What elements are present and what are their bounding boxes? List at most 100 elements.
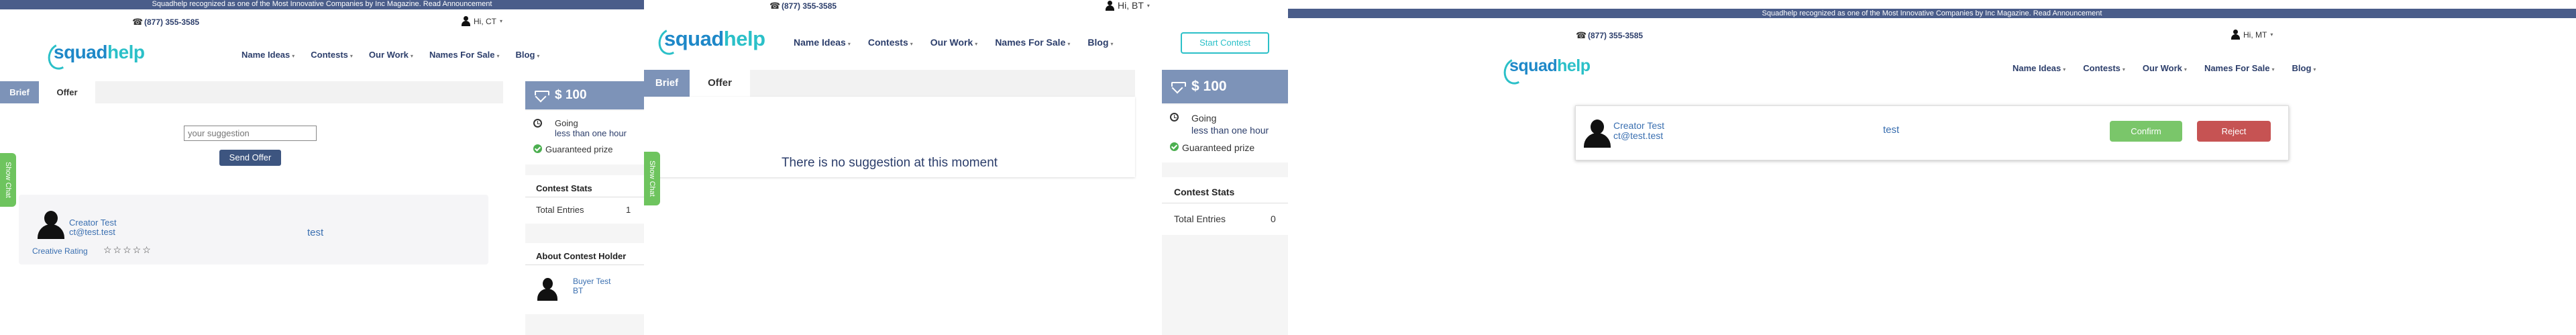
chevron-down-icon: ▾ xyxy=(975,41,978,47)
total-entries-label: Total Entries xyxy=(1174,213,1226,224)
user-menu[interactable]: Hi, BT ▾ xyxy=(1106,0,1150,11)
phone-number[interactable]: (877) 355-3585 xyxy=(1576,30,1644,41)
contest-tabs: Brief Offer xyxy=(644,70,1135,97)
nav-label: Name Ideas xyxy=(241,50,290,60)
nav-item-name-ideas[interactable]: Name Ideas ▾ xyxy=(794,37,851,48)
nav-item-names-for-sale[interactable]: Names For Sale ▾ xyxy=(429,50,500,60)
announcement-bar[interactable]: Squadhelp recognized as one of the Most … xyxy=(1288,9,2576,18)
nav-item-blog[interactable]: Blog ▾ xyxy=(516,50,540,60)
holder-name[interactable]: Buyer Test xyxy=(573,277,610,286)
stats-title: Contest Stats xyxy=(1174,187,1235,197)
contest-status-card: Going less than one hour Guaranteed priz… xyxy=(1162,105,1288,162)
nav-item-our-work[interactable]: Our Work ▾ xyxy=(930,37,978,48)
chevron-down-icon: ▾ xyxy=(2122,66,2125,73)
status-text: Going xyxy=(1191,113,1217,124)
nav-item-names-for-sale[interactable]: Names For Sale ▾ xyxy=(2204,63,2275,73)
chevron-down-icon: ▾ xyxy=(2063,66,2066,73)
nav-item-our-work[interactable]: Our Work ▾ xyxy=(2143,63,2187,73)
prize-amount: $ 100 xyxy=(1191,79,1227,94)
rating-stars[interactable]: ☆☆☆☆☆ xyxy=(103,244,152,256)
contest-status-card: Going less than one hour Guaranteed priz… xyxy=(525,111,644,164)
offer-text: test xyxy=(307,227,324,238)
phone-text: (877) 355-3585 xyxy=(1588,31,1644,40)
nav-item-name-ideas[interactable]: Name Ideas ▾ xyxy=(2012,63,2065,73)
reject-button[interactable]: Reject xyxy=(2197,121,2271,142)
creator-contest-view: Squadhelp recognized as one of the Most … xyxy=(0,0,644,335)
creator-name[interactable]: Creator Test xyxy=(1613,120,1664,131)
nav-label: Our Work xyxy=(930,37,973,48)
stats-title: Contest Stats xyxy=(536,183,592,193)
tab-offer[interactable]: Offer xyxy=(690,70,750,97)
nav-label: Our Work xyxy=(2142,63,2182,73)
creator-email: ct@test.test xyxy=(1613,130,1664,141)
phone-number[interactable]: (877) 355-3585 xyxy=(132,17,200,28)
nav-label: Names For Sale xyxy=(429,50,495,60)
prize-box: $ 100 xyxy=(525,81,644,109)
status-text: Going xyxy=(555,118,578,128)
check-icon xyxy=(1170,142,1179,151)
contest-stats-card: Contest Stats Total Entries 0 xyxy=(1162,177,1288,235)
time-left: less than one hour xyxy=(1191,125,1269,136)
phone-icon xyxy=(769,1,780,11)
main-nav: Name Ideas ▾ Contests ▾ Our Work ▾ Names Fo… xyxy=(241,50,539,60)
creator-email: ct@test.test xyxy=(69,227,115,237)
nav-item-blog[interactable]: Blog ▾ xyxy=(2292,63,2316,73)
sidebar: $ 100 Going less than one hour Guarantee… xyxy=(1162,70,1288,335)
nav-item-contests[interactable]: Contests ▾ xyxy=(311,50,353,60)
prize-amount: $ 100 xyxy=(555,88,587,102)
time-left: less than one hour xyxy=(555,128,627,138)
logo-part-help: help xyxy=(107,42,145,62)
nav-item-blog[interactable]: Blog ▾ xyxy=(1087,37,1113,48)
chevron-down-icon: ▾ xyxy=(537,53,540,59)
nav-label: Blog xyxy=(1087,37,1109,48)
send-offer-button[interactable]: Send Offer xyxy=(219,150,281,166)
announcement-bar[interactable]: Squadhelp recognized as one of the Most … xyxy=(0,0,644,9)
chevron-down-icon: ▾ xyxy=(847,41,851,47)
suggestion-input[interactable] xyxy=(184,126,317,141)
show-chat-button[interactable]: Show Chat xyxy=(644,152,660,205)
total-entries-label: Total Entries xyxy=(536,205,584,215)
chevron-down-icon: ▾ xyxy=(1146,2,1150,9)
user-menu[interactable]: Hi, MT ▾ xyxy=(2231,30,2273,40)
chevron-down-icon: ▾ xyxy=(2271,66,2275,73)
nav-item-our-work[interactable]: Our Work ▾ xyxy=(369,50,413,60)
nav-label: Blog xyxy=(515,50,535,60)
contest-stats-card: Contest Stats Total Entries 1 xyxy=(525,175,644,224)
main-nav: Name Ideas ▾ Contests ▾ Our Work ▾ Names Fo… xyxy=(794,37,1114,48)
tab-offer[interactable]: Offer xyxy=(39,81,95,103)
diamond-icon xyxy=(1171,81,1186,92)
nav-label: Contests xyxy=(2083,63,2121,73)
start-contest-button[interactable]: Start Contest xyxy=(1181,32,1269,54)
total-entries-value: 0 xyxy=(1271,213,1276,224)
nav-item-contests[interactable]: Contests ▾ xyxy=(868,37,913,48)
nav-label: Names For Sale xyxy=(995,37,1066,48)
squadhelp-logo[interactable]: squadhelp xyxy=(655,25,765,58)
contest-holder-card: About Contest Holder Buyer Test BT xyxy=(525,243,644,314)
nav-label: Our Work xyxy=(368,50,409,60)
user-icon xyxy=(462,16,470,26)
squadhelp-logo[interactable]: squadhelp xyxy=(44,40,145,73)
check-icon xyxy=(533,144,542,153)
nav-item-contests[interactable]: Contests ▾ xyxy=(2083,63,2125,73)
logo-part-help: help xyxy=(1557,56,1591,75)
avatar xyxy=(537,278,557,301)
nav-item-name-ideas[interactable]: Name Ideas ▾ xyxy=(241,50,294,60)
phone-text: (877) 355-3585 xyxy=(144,17,200,27)
squadhelp-logo[interactable]: squadhelp xyxy=(1500,54,1591,88)
offer-card: Creator Test ct@test.test test Confirm R… xyxy=(1575,105,2289,160)
creator-name[interactable]: Creator Test xyxy=(69,218,117,228)
empty-message: There is no suggestion at this moment xyxy=(781,156,998,170)
phone-number[interactable]: (877) 355-3585 xyxy=(769,1,837,11)
tab-brief[interactable]: Brief xyxy=(644,70,690,97)
confirm-button[interactable]: Confirm xyxy=(2110,121,2182,142)
clock-icon xyxy=(1170,113,1179,122)
show-chat-button[interactable]: Show Chat xyxy=(0,153,16,207)
total-entries-value: 1 xyxy=(626,205,631,215)
phone-icon xyxy=(1576,30,1587,41)
clock-icon xyxy=(533,119,542,128)
nav-item-names-for-sale[interactable]: Names For Sale ▾ xyxy=(995,37,1070,48)
tab-brief[interactable]: Brief xyxy=(0,81,39,103)
offers-area: There is no suggestion at this moment xyxy=(644,97,1135,177)
logo-part-help: help xyxy=(723,27,765,50)
user-menu[interactable]: Hi, CT ▾ xyxy=(462,16,502,26)
